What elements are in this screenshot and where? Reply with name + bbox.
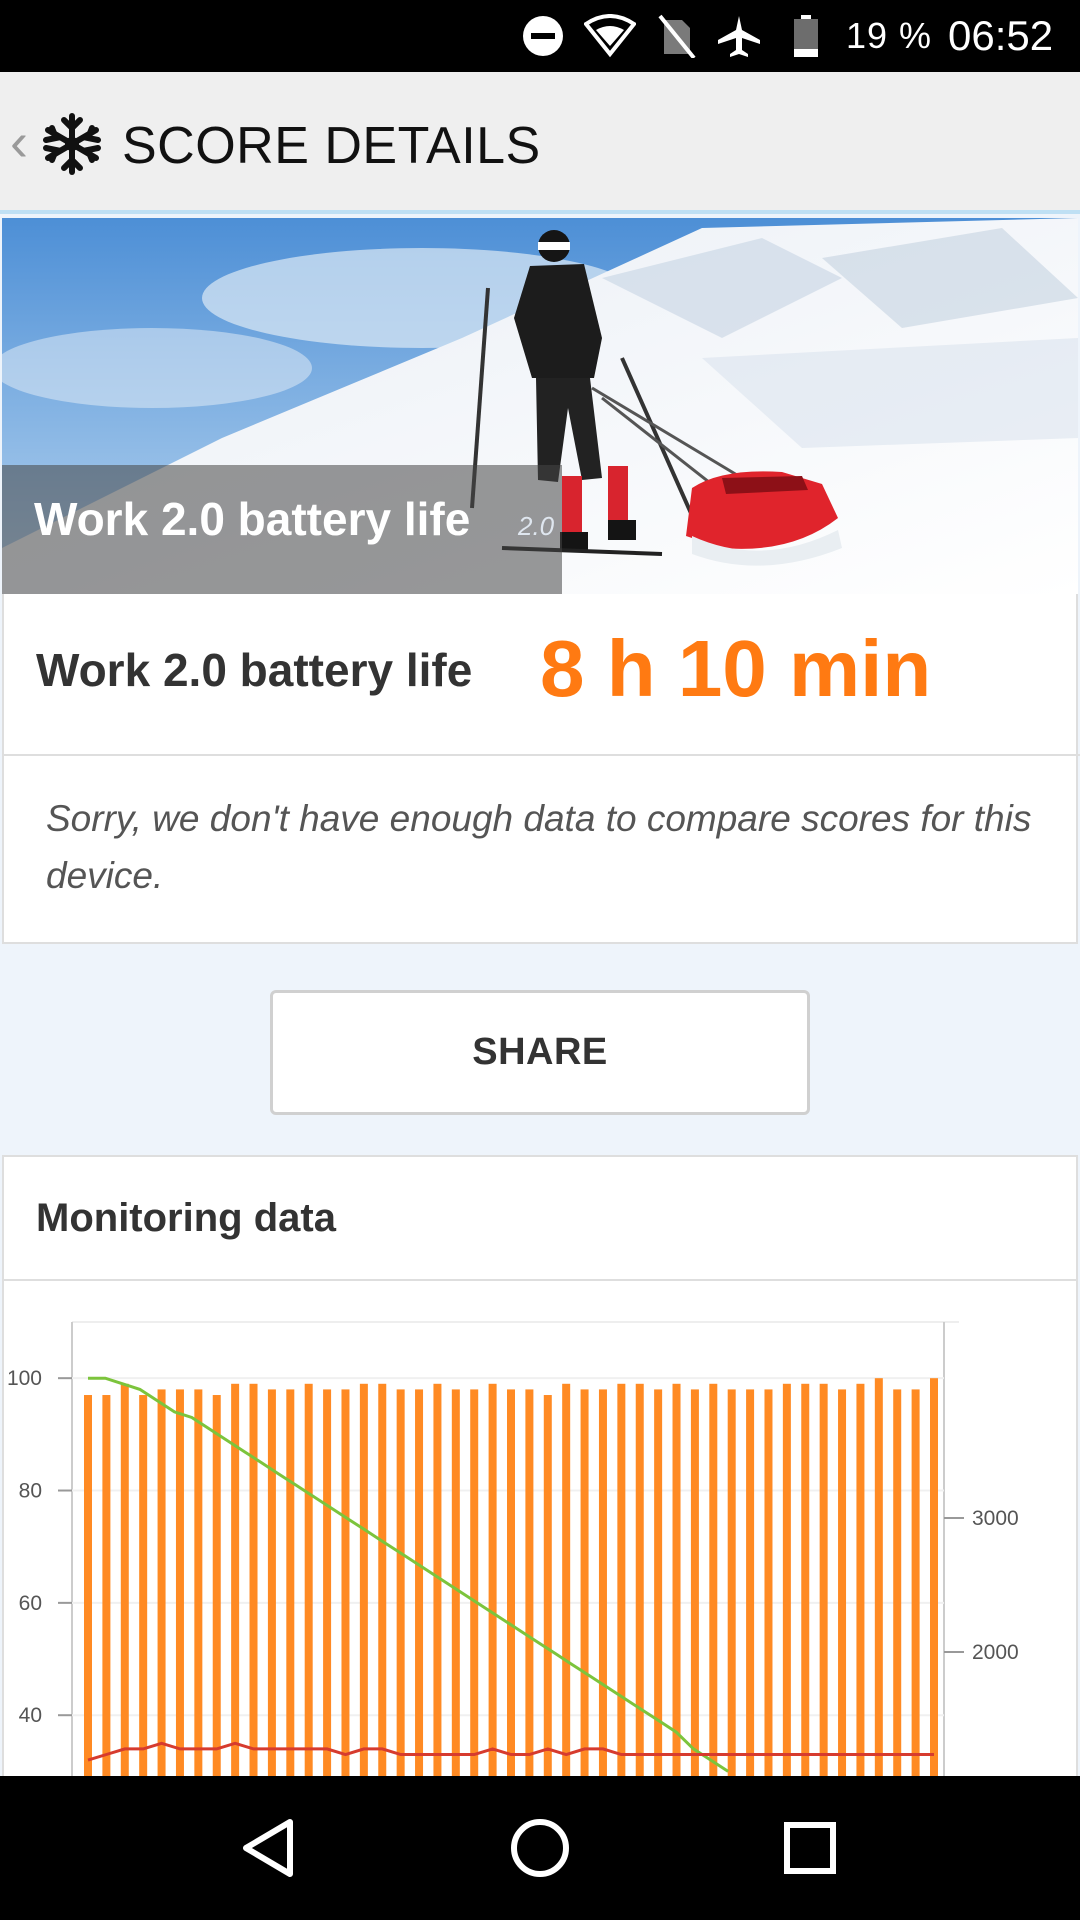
score-label: Work 2.0 battery life [36,644,473,696]
back-triangle-icon[interactable] [200,1776,340,1920]
left-tick-label: 60 [19,1592,42,1615]
snowflake-icon [43,113,101,175]
status-bar: 19 % 06:52 [0,0,1080,72]
chevron-left-icon[interactable]: ‹ [10,112,28,172]
hero-banner: Work 2.0 battery life 2.0 [2,218,1078,594]
no-sim-icon [658,14,696,58]
score-card: Work 2.0 battery life 8 h 10 min Sorry, … [2,594,1080,944]
recents-square-icon[interactable] [740,1776,880,1920]
airplane-mode-icon [718,16,760,57]
right-tick-label: 2000 [972,1641,1019,1664]
navigation-bar [0,1776,1080,1920]
monitoring-card: Monitoring data 100 80 60 40 3000 2000 [2,1155,1078,1857]
share-button[interactable]: SHARE [270,990,810,1115]
left-tick-label: 80 [19,1480,42,1503]
home-circle-icon[interactable] [470,1776,610,1920]
left-tick-label: 100 [7,1367,42,1390]
score-row: Work 2.0 battery life 8 h 10 min [4,594,1080,756]
battery-percent: 19 % [846,15,933,56]
do-not-disturb-icon [523,16,563,56]
wifi-icon [584,14,636,58]
comparison-message: Sorry, we don't have enough data to comp… [46,798,1032,896]
app-bar: ‹ SCORE DETAILS [0,72,1080,214]
battery-icon [794,15,818,57]
page-title: SCORE DETAILS [122,117,541,175]
clock: 06:52 [948,12,1054,59]
score-value: 8 h 10 min [540,624,932,713]
screen: 19 % 06:52 ‹ SCORE DETAILS Work 2.0 batt… [0,0,1080,1920]
right-tick-label: 3000 [972,1507,1019,1530]
monitoring-chart: 100 80 60 40 3000 2000 [7,1321,1019,1857]
hero-title: Work 2.0 battery life [34,493,471,545]
left-tick-label: 40 [19,1704,42,1727]
battery-level-line [88,1376,729,1773]
hero-version: 2.0 [518,511,555,541]
